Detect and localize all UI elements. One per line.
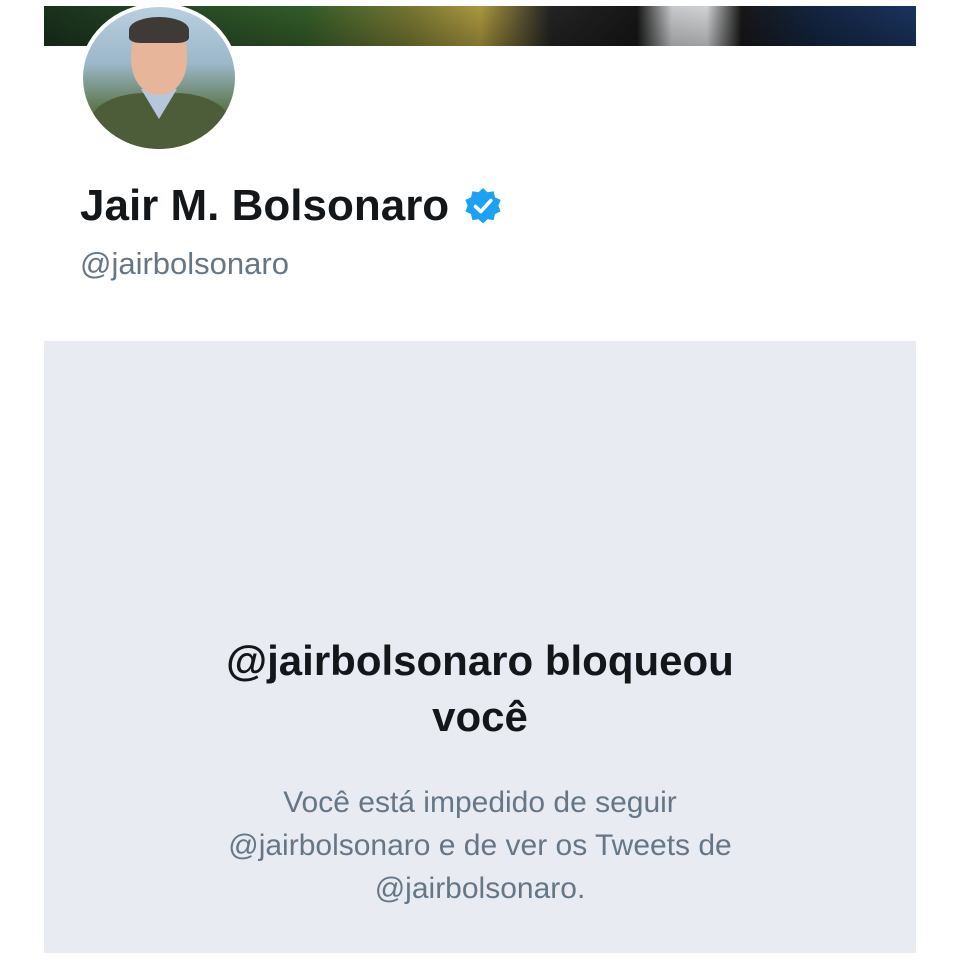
profile-page: Jair M. Bolsonaro @jairbolsonaro @jairbo… bbox=[0, 0, 960, 960]
avatar[interactable] bbox=[79, 3, 239, 153]
blocked-desc-line1: Você está impedido de seguir bbox=[283, 786, 677, 819]
profile-handle: @jairbolsonaro bbox=[80, 246, 289, 281]
blocked-desc-line2: @jairbolsonaro e de ver os Tweets de bbox=[228, 829, 732, 862]
verified-badge-icon bbox=[463, 186, 503, 226]
blocked-title-line2: você bbox=[432, 693, 528, 740]
avatar-photo bbox=[83, 7, 235, 149]
blocked-title-line1: @jairbolsonaro bloqueou bbox=[226, 637, 734, 684]
blocked-title: @jairbolsonaro bloqueou você bbox=[44, 633, 916, 745]
blocked-desc-line3: @jairbolsonaro. bbox=[374, 872, 586, 905]
blocked-panel: @jairbolsonaro bloqueou você Você está i… bbox=[44, 341, 916, 953]
profile-name-row: Jair M. Bolsonaro bbox=[80, 180, 503, 232]
blocked-description: Você está impedido de seguir @jairbolson… bbox=[144, 781, 816, 910]
avatar-hair bbox=[129, 17, 189, 43]
display-name: Jair M. Bolsonaro bbox=[80, 181, 450, 230]
